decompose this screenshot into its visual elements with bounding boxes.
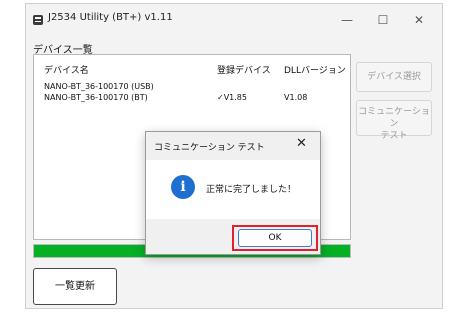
communication-test-label-line2: テスト xyxy=(380,131,408,141)
communication-test-dialog: コミュニケーション テスト ✕ i 正常に完了しました！ OK xyxy=(145,131,321,255)
list-item[interactable]: NANO-BT_36-100170 (BT) ✓V1.85 V1.08 xyxy=(34,93,350,105)
minimize-button[interactable]: — xyxy=(330,9,364,31)
dialog-body: i 正常に完了しました！ xyxy=(146,160,320,219)
communication-test-label-line1: コミュニケーション xyxy=(358,107,430,129)
dll-version-cell: V1.08 xyxy=(284,93,308,102)
app-icon xyxy=(33,15,43,25)
dialog-message: 正常に完了しました！ xyxy=(206,185,297,195)
device-name-cell: NANO-BT_36-100170 (BT) xyxy=(44,93,148,102)
maximize-button[interactable]: ☐ xyxy=(366,9,400,31)
info-icon: i xyxy=(171,175,195,199)
column-header-registered[interactable]: 登録デバイス xyxy=(217,63,271,76)
dialog-close-button[interactable]: ✕ xyxy=(296,136,307,151)
refresh-list-button[interactable]: 一覧更新 xyxy=(33,268,117,305)
device-select-button[interactable]: デバイス選択 xyxy=(356,62,432,92)
ok-button[interactable]: OK xyxy=(238,229,312,247)
close-button[interactable]: ✕ xyxy=(402,9,436,31)
communication-test-button[interactable]: コミュニケーション テスト xyxy=(356,100,432,141)
registered-cell: ✓V1.85 xyxy=(217,93,247,102)
window-title: J2534 Utility (BT+) v1.11 xyxy=(48,12,173,23)
dialog-title: コミュニケーション テスト xyxy=(154,143,265,153)
column-header-device-name[interactable]: デバイス名 xyxy=(44,63,89,76)
title-bar: J2534 Utility (BT+) v1.11 — ☐ ✕ xyxy=(26,4,442,36)
column-header-dll-version[interactable]: DLLバージョン xyxy=(284,63,346,76)
device-name-cell: NANO-BT_36-100170 (USB) xyxy=(44,82,154,91)
